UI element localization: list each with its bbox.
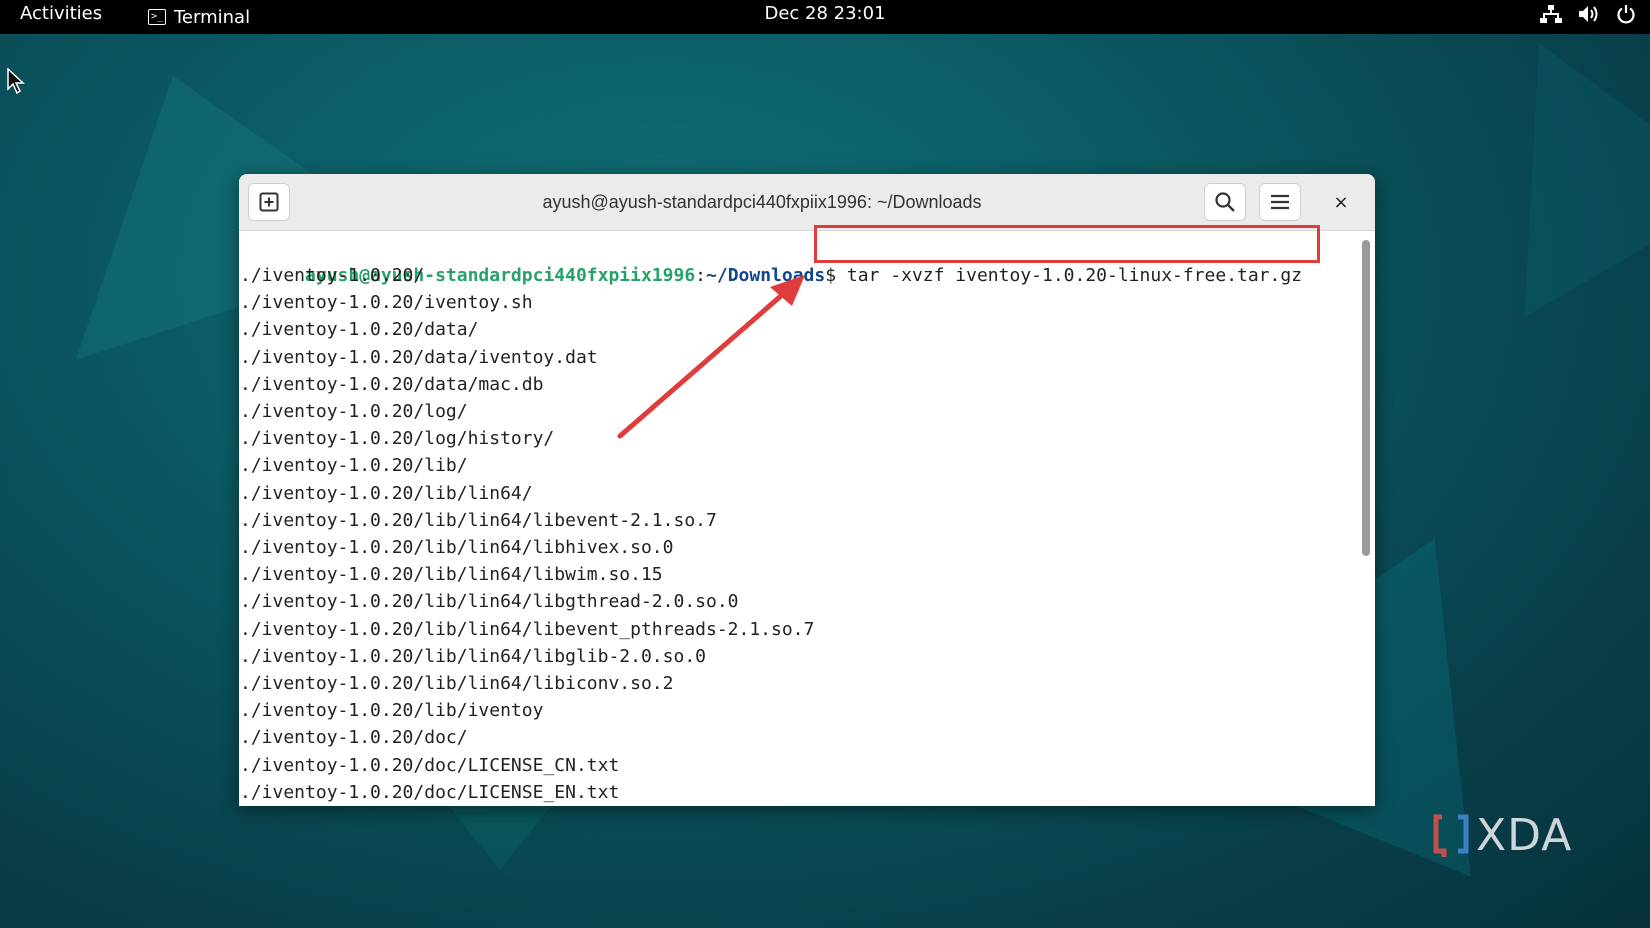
prompt-path: ~/Downloads — [706, 265, 826, 286]
output-line: ./iventoy-1.0.20/data/iventoy.dat — [240, 346, 598, 368]
command-text: tar -xvzf iventoy-1.0.20-linux-free.tar.… — [846, 265, 1303, 286]
close-button[interactable]: × — [1324, 183, 1358, 221]
output-line: ./iventoy-1.0.20/lib/lin64/libevent-2.1.… — [240, 509, 717, 531]
scrollbar[interactable] — [1362, 240, 1370, 556]
output-line: ./iventoy-1.0.20/doc/LICENSE_CN.txt — [240, 754, 620, 776]
background-facet — [1409, 0, 1650, 318]
terminal-window[interactable]: ayush@ayush-standardpci440fxpiix1996: ~/… — [239, 174, 1375, 806]
output-line: ./iventoy-1.0.20/lib/lin64/libglib-2.0.s… — [240, 645, 706, 667]
hamburger-menu-icon — [1271, 194, 1289, 210]
window-title: ayush@ayush-standardpci440fxpiix1996: ~/… — [542, 192, 982, 212]
output-line: ./iventoy-1.0.20/lib/iventoy — [240, 700, 544, 722]
new-tab-icon — [259, 192, 279, 212]
output-line: ./iventoy-1.0.20/lib/ — [240, 455, 468, 477]
output-line: ./iventoy-1.0.20/data/mac.db — [240, 373, 544, 395]
output-line: ./iventoy-1.0.20/ — [240, 265, 425, 286]
xda-logo-icon — [1433, 814, 1469, 857]
title-bar[interactable]: ayush@ayush-standardpci440fxpiix1996: ~/… — [239, 174, 1375, 231]
terminal-icon: >_ — [148, 9, 166, 25]
output-line: ./iventoy-1.0.20/doc/ — [240, 727, 468, 749]
volume-icon — [1579, 6, 1598, 22]
terminal-output[interactable]: ayush@ayush-standardpci440fxpiix1996:~/D… — [239, 225, 1359, 806]
menu-button[interactable] — [1259, 183, 1301, 221]
output-line: ./iventoy-1.0.20/lib/lin64/libevent_pthr… — [240, 618, 815, 640]
prompt-symbol: $ — [825, 265, 847, 286]
status-menu[interactable] — [1540, 0, 1636, 28]
power-icon — [1617, 5, 1635, 24]
output-line: ./iventoy-1.0.20/log/ — [240, 401, 468, 422]
app-name: Terminal — [174, 6, 251, 28]
output-line: ./iventoy-1.0.20/lib/lin64/libhivex.so.0 — [240, 537, 674, 558]
output-line: ./iventoy-1.0.20/lib/lin64/ — [240, 482, 533, 504]
output-line: ./iventoy-1.0.20/lib/lin64/libwim.so.15 — [240, 564, 663, 586]
network-icon — [1540, 5, 1562, 23]
search-icon — [1215, 192, 1235, 212]
output-line: ./iventoy-1.0.20/log/history/ — [240, 428, 555, 450]
watermark-text: XDA — [1476, 810, 1573, 861]
search-button[interactable] — [1204, 183, 1246, 221]
activities-button[interactable]: Activities — [20, 0, 102, 34]
xda-logo: XDA — [1432, 810, 1572, 861]
output-line: ./iventoy-1.0.20/iventoy.sh — [240, 292, 533, 314]
close-icon: × — [1333, 191, 1349, 213]
new-tab-button[interactable] — [248, 183, 290, 221]
output-line: ./iventoy-1.0.20/data/ — [240, 319, 479, 341]
output-line: ./iventoy-1.0.20/lib/lin64/libgthread-2.… — [240, 591, 739, 613]
output-line: ./iventoy-1.0.20/doc/LICENSE_EN.txt — [240, 781, 620, 803]
output-line: ./iventoy-1.0.20/lib/lin64/libiconv.so.2 — [240, 673, 674, 694]
clock[interactable]: Dec 28 23:01 — [764, 3, 885, 24]
top-bar: Activities >_ Terminal Dec 28 23:01 — [0, 0, 1650, 34]
command-highlight-box — [814, 225, 1320, 263]
mouse-cursor-icon — [7, 68, 25, 95]
prompt-separator: : — [695, 265, 707, 286]
app-menu-terminal[interactable]: >_ Terminal — [148, 0, 250, 34]
